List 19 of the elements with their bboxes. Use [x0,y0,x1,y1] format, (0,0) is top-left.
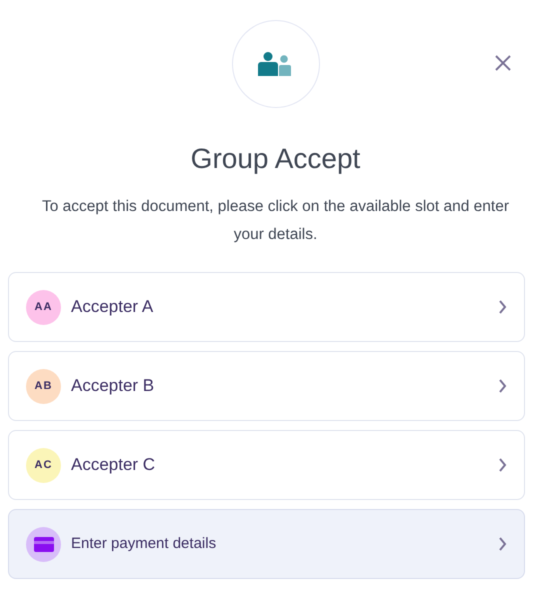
accepter-row[interactable]: AB Accepter B [8,351,525,421]
chevron-right-icon [498,300,507,314]
row-label: Accepter C [71,454,156,476]
people-icon [258,52,294,76]
accepter-row[interactable]: AC Accepter C [8,430,525,500]
chevron-right-icon [498,537,507,551]
dialog-title: Group Accept [190,142,360,176]
avatar: AC [26,448,61,482]
credit-card-icon [34,536,54,552]
instructions-text: To accept this document, please click on the available slot and enter your details. [41,197,510,245]
row-label: Accepter B [71,375,156,398]
chevron-right-icon [498,379,507,393]
payment-row[interactable]: Enter payment details [8,509,525,579]
avatar: AA [26,290,61,324]
avatar: AB [26,368,61,404]
row-label: Enter payment details [71,534,218,554]
chevron-right-icon [498,458,507,472]
row-label: Accepter A [71,296,154,318]
accepter-row[interactable]: AA Accepter A [8,272,525,342]
